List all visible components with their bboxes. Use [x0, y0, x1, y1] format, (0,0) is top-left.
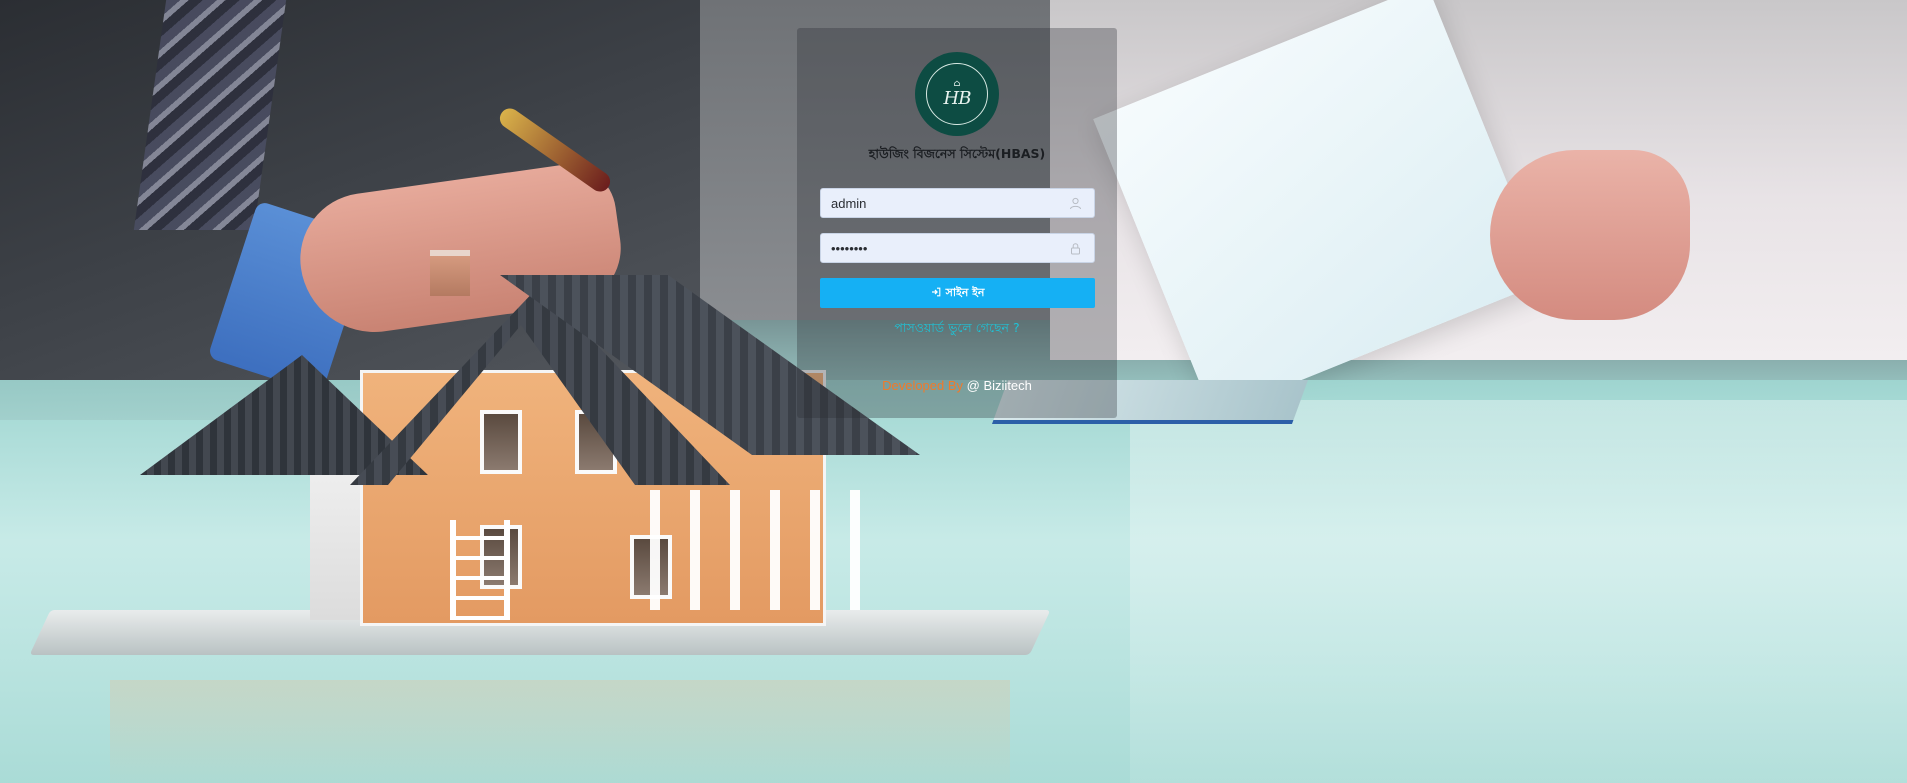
logo-text: HB [943, 88, 972, 109]
sign-in-label: সাইন ইন [945, 285, 985, 299]
login-panel: ⌂ HB হাউজিং বিজনেস সিস্টেম(HBAS) admin স… [797, 28, 1117, 418]
house-reflection [110, 680, 1010, 783]
hbas-logo: ⌂ HB [915, 52, 999, 136]
background-hand-right [1490, 150, 1690, 320]
house-ladder [450, 520, 510, 620]
lock-icon [1069, 242, 1082, 255]
username-input[interactable] [821, 189, 1081, 217]
developer-credit: Developed By @ Biziitech [797, 378, 1117, 393]
username-field [820, 188, 1095, 218]
sign-in-icon [931, 287, 941, 300]
credit-prefix: Developed By [882, 378, 964, 393]
password-field [820, 233, 1095, 263]
logo-emblem: ⌂ HB [926, 63, 988, 125]
house-window [480, 410, 522, 474]
forgot-password-link[interactable]: পাসওয়ার্ড ভুলে গেছেন ? [797, 320, 1117, 340]
sign-in-button[interactable]: সাইন ইন [820, 278, 1095, 308]
background-reflection [1130, 400, 1907, 783]
user-icon [1069, 197, 1082, 210]
credit-company: @ Biziitech [966, 378, 1032, 393]
house-porch [650, 490, 870, 610]
login-page: ⌂ HB হাউজিং বিজনেস সিস্টেম(HBAS) admin স… [0, 0, 1907, 783]
house-chimney [430, 250, 470, 296]
password-input[interactable] [821, 234, 1081, 262]
app-title: হাউজিং বিজনেস সিস্টেম(HBAS) [868, 146, 1046, 161]
